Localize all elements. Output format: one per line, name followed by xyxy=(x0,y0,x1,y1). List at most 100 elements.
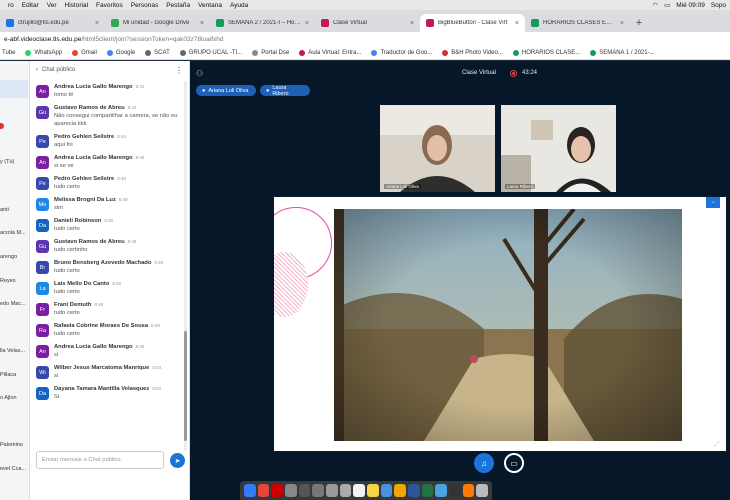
notes-icon[interactable] xyxy=(367,484,379,497)
message-author: Andrea Lucia Gallo Marengo 8:43 xyxy=(54,84,179,90)
talking-indicator[interactable]: ● Ariana Loli Oliva xyxy=(196,85,256,96)
send-message-button[interactable]: ➤ xyxy=(170,453,185,468)
photos-icon[interactable] xyxy=(285,484,297,497)
menu-item-favoritos[interactable]: Favoritos xyxy=(96,2,123,9)
user-name[interactable]: evel Cca... xyxy=(0,466,26,472)
close-icon[interactable]: × xyxy=(410,20,414,27)
user-name[interactable]: anti xyxy=(0,207,9,213)
bookmark-label: SCAT xyxy=(154,49,170,56)
screen-share-button[interactable]: ▭ xyxy=(504,453,524,473)
app-icon[interactable] xyxy=(326,484,338,497)
user-name[interactable]: Reyes xyxy=(0,278,16,284)
notification-marker xyxy=(0,123,4,129)
finder-icon[interactable] xyxy=(244,484,256,497)
user-name[interactable]: o Ajlon xyxy=(0,395,17,401)
user-name[interactable]: Palomino xyxy=(0,442,23,448)
calendar-icon[interactable] xyxy=(353,484,366,497)
menu-item-ventana[interactable]: Ventana xyxy=(198,2,222,9)
user-name[interactable]: y (Tú) xyxy=(0,159,14,165)
clock[interactable]: Mié 09:09 xyxy=(676,2,705,9)
opera-icon[interactable] xyxy=(271,484,284,497)
wifi-icon[interactable]: ◠ xyxy=(652,1,658,9)
address-bar[interactable]: e-abf.videoclase.tls.edu.pe/html5client/… xyxy=(0,32,730,46)
menu-item-app[interactable]: ro xyxy=(8,2,14,9)
browser-tab[interactable]: SEMANA 2 / 2021-I – Hojas de × xyxy=(210,14,315,32)
webcam-tile[interactable]: Ariana Loli Oliva ⤢ xyxy=(380,105,495,192)
google-icon xyxy=(106,49,113,56)
recording-indicator-icon[interactable] xyxy=(510,70,517,77)
close-icon[interactable]: × xyxy=(515,20,519,27)
bookmark[interactable]: SCAT xyxy=(145,49,170,56)
selected-user-row[interactable] xyxy=(0,80,28,98)
browser-tab[interactable]: Clase Virtual × xyxy=(315,14,420,32)
close-icon[interactable]: × xyxy=(200,20,204,27)
chat-message-input[interactable]: Enviar mensaje a Chat público xyxy=(36,451,164,469)
app-icon[interactable] xyxy=(380,484,393,497)
more-options-icon[interactable]: ⋮ xyxy=(175,66,183,75)
bookmark-label: Portal Dse xyxy=(261,49,290,56)
bookmark[interactable]: Tube xyxy=(2,50,15,56)
menu-item-ayuda[interactable]: Ayuda xyxy=(230,2,248,9)
expand-icon[interactable]: ⤢ xyxy=(488,106,493,113)
chat-scrollbar[interactable] xyxy=(184,81,187,451)
audio-button[interactable]: ♫ xyxy=(474,453,494,473)
bookmark[interactable]: Aula Virtual: Entra... xyxy=(299,49,361,56)
new-tab-button[interactable]: + xyxy=(630,14,648,32)
battery-icon[interactable]: ▭ xyxy=(664,1,670,9)
bookmark[interactable]: B&H Photo Video... xyxy=(442,49,503,56)
system-menubar: ro Editar Ver Historial Favoritos Person… xyxy=(0,0,730,10)
chat-title[interactable]: Chat público xyxy=(42,67,75,73)
chevron-left-icon[interactable]: ‹ xyxy=(36,67,38,73)
bookmark[interactable]: Gmail xyxy=(72,49,97,56)
message-body: Danieli Robinson 8:48 tudo certo xyxy=(54,218,179,233)
user-name[interactable]: Pillaca xyxy=(0,372,16,378)
presentation-area[interactable]: ⤢ xyxy=(274,197,726,451)
bookmark[interactable]: WhatsApp xyxy=(25,49,62,56)
user-name[interactable]: arengo xyxy=(0,254,17,260)
illustrator-icon[interactable] xyxy=(462,484,475,497)
tab-title: ctrujillo@tls.edu.pe xyxy=(18,20,69,26)
browser-tab[interactable]: ctrujillo@tls.edu.pe × xyxy=(0,14,105,32)
trash-icon[interactable] xyxy=(476,484,489,497)
fullscreen-icon[interactable]: ⤢ xyxy=(714,441,720,449)
user-name[interactable]: edo Mac... xyxy=(0,301,26,307)
avatar: Da xyxy=(36,219,49,232)
excel-icon[interactable] xyxy=(421,484,434,497)
menu-item-pestana[interactable]: Pestaña xyxy=(166,2,190,9)
presentation-options-button[interactable]: − xyxy=(706,197,720,208)
bookmark[interactable]: Google xyxy=(106,49,135,56)
app-icon[interactable] xyxy=(449,484,461,497)
menu-item-historial[interactable]: Historial xyxy=(65,2,88,9)
talking-indicator[interactable]: ● Laura Ribero xyxy=(260,85,310,97)
bookmark[interactable]: HORARIOS CLASE... xyxy=(512,49,580,56)
expand-icon[interactable]: ⤢ xyxy=(609,106,614,113)
bookmark[interactable]: Portal Dse xyxy=(252,49,290,56)
app-icon[interactable] xyxy=(339,484,352,497)
bookmark[interactable]: SEMANA 1 / 2021-... xyxy=(590,49,655,56)
user-name[interactable]: lla Velas... xyxy=(0,348,25,354)
scrollbar-thumb[interactable] xyxy=(184,331,187,441)
webcam-tile[interactable]: Laura Ribero ⤢ xyxy=(501,105,616,192)
bookmark[interactable]: Traductor de Goo... xyxy=(371,49,432,56)
browser-tab-active[interactable]: BigBlueButton - Clase Virt × xyxy=(420,14,525,32)
menubar-user[interactable]: Sopo xyxy=(711,2,726,9)
app-icon[interactable] xyxy=(312,484,325,497)
media-icon[interactable] xyxy=(394,484,407,497)
close-icon[interactable]: × xyxy=(95,20,99,27)
chat-message: An Andrea Lucia Gallo Marengo 8:43 tomo té xyxy=(30,81,185,102)
menu-item-ver[interactable]: Ver xyxy=(47,2,57,9)
app-icon[interactable] xyxy=(298,484,311,497)
user-name[interactable]: arzola M... xyxy=(0,230,26,236)
close-icon[interactable]: × xyxy=(620,20,624,27)
browser-tab[interactable]: Mi unidad - Google Drive × xyxy=(105,14,210,32)
browser-tab[interactable]: HORARIOS CLASES EN SEGU × xyxy=(525,14,630,32)
menu-item-editar[interactable]: Editar xyxy=(22,2,39,9)
menu-item-personas[interactable]: Personas xyxy=(131,2,158,9)
users-toggle-icon[interactable]: ⚇ xyxy=(196,69,203,78)
word-icon[interactable] xyxy=(408,484,420,497)
app-icon[interactable] xyxy=(435,484,448,497)
chrome-icon[interactable] xyxy=(257,484,270,497)
close-icon[interactable]: × xyxy=(305,20,309,27)
bookmark[interactable]: GRUPO UCAL -TI... xyxy=(179,49,242,56)
message-body: Andrea Lucia Gallo Marengo 8:49 si xyxy=(54,344,179,359)
